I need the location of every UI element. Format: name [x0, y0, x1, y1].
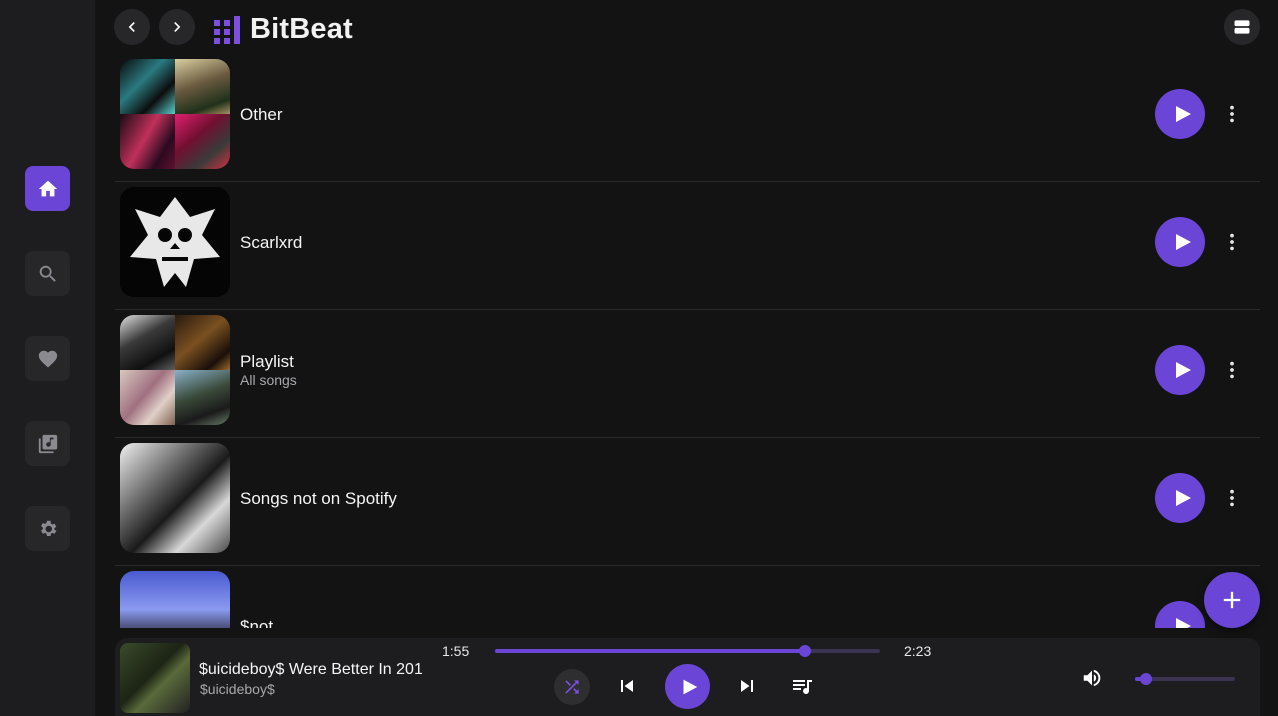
sidebar-item-home[interactable] [25, 166, 70, 211]
playlist-row[interactable]: Songs not on Spotify [115, 438, 1260, 566]
logo-mark-icon [214, 15, 240, 44]
now-playing-cover [120, 643, 190, 713]
progress-bar[interactable] [495, 645, 880, 657]
skip-previous-icon [621, 680, 633, 692]
queue-button[interactable] [790, 674, 814, 698]
playlist-row[interactable]: Scarlxrd [115, 182, 1260, 310]
play-playlist-button[interactable] [1155, 89, 1205, 139]
next-button[interactable] [735, 674, 759, 698]
shuffle-icon [565, 680, 579, 694]
sidebar-item-favorites[interactable] [25, 336, 70, 381]
play-pause-button[interactable] [665, 664, 710, 709]
player-bar: $uicideboy$ Were Better In 2015 $uicideb… [115, 638, 1260, 716]
now-playing-title: $uicideboy$ Were Better In 2015 [199, 661, 422, 678]
more-options-button[interactable] [1220, 486, 1244, 510]
playlist-cover [120, 187, 230, 297]
play-playlist-button[interactable] [1155, 601, 1205, 628]
sidebar-item-settings[interactable] [25, 506, 70, 551]
play-icon [1175, 618, 1191, 628]
play-icon [1175, 362, 1191, 378]
queue-music-icon [793, 680, 812, 695]
volume-handle[interactable] [1140, 673, 1152, 685]
layout-toggle-icon [1234, 20, 1250, 34]
play-icon [1175, 234, 1191, 250]
playlist-title: Songs not on Spotify [240, 489, 397, 508]
app-logo: BitBeat [214, 13, 353, 46]
more-vertical-icon [1230, 489, 1234, 507]
playlist-title: Scarlxrd [240, 233, 303, 252]
playlist-title: Playlist [240, 352, 294, 371]
more-vertical-icon [1230, 361, 1234, 379]
home-icon [38, 180, 57, 196]
play-playlist-button[interactable] [1155, 345, 1205, 395]
search-icon [39, 265, 56, 282]
now-playing-artist: $uicideboy$ [200, 681, 275, 697]
back-button[interactable] [114, 9, 150, 45]
sidebar-item-library[interactable] [25, 421, 70, 466]
playlist-title: Other [240, 105, 283, 124]
volume-slider[interactable] [1135, 673, 1235, 685]
playlist-cover [120, 315, 230, 425]
app-title: BitBeat [250, 13, 353, 45]
sidebar [0, 0, 95, 716]
more-vertical-icon [1230, 105, 1234, 123]
progress-fill [495, 649, 805, 653]
forward-button[interactable] [159, 9, 195, 45]
playlist-row[interactable]: Playlist All songs [115, 310, 1260, 438]
volume-button[interactable] [1080, 666, 1104, 690]
more-options-button[interactable] [1220, 230, 1244, 254]
skull-artwork [120, 187, 230, 297]
more-options-button[interactable] [1220, 102, 1244, 126]
skip-next-icon [741, 680, 753, 692]
library-music-icon [38, 434, 57, 453]
playlist-cover [120, 59, 230, 169]
playlist-subtitle: All songs [240, 372, 297, 388]
playlist-cover [120, 571, 230, 628]
sidebar-item-search[interactable] [25, 251, 70, 296]
play-icon [1175, 490, 1191, 506]
total-duration: 2:23 [904, 643, 932, 659]
shuffle-button[interactable] [554, 669, 590, 705]
playlist-cover [120, 443, 230, 553]
chevron-right-icon [174, 22, 181, 32]
more-vertical-icon [1230, 233, 1234, 251]
layout-toggle-button[interactable] [1224, 9, 1260, 45]
add-playlist-button[interactable] [1204, 572, 1260, 628]
elapsed-time: 1:55 [442, 643, 470, 659]
play-playlist-button[interactable] [1155, 217, 1205, 267]
chevron-left-icon [128, 22, 135, 32]
playlist-row[interactable]: Other [115, 54, 1260, 182]
volume-up-icon [1083, 669, 1101, 687]
heart-icon [38, 350, 57, 368]
gear-icon [40, 520, 56, 536]
more-options-button[interactable] [1220, 358, 1244, 382]
playlist-title: $not [240, 617, 274, 628]
progress-handle[interactable] [798, 645, 811, 657]
play-icon [1175, 106, 1191, 122]
playlist-row[interactable]: $not [115, 566, 1260, 628]
plus-icon [1223, 591, 1241, 609]
play-icon [683, 679, 697, 694]
play-playlist-button[interactable] [1155, 473, 1205, 523]
previous-button[interactable] [615, 674, 639, 698]
playlist-list: Other Scarlxrd Playlist All songs Songs … [115, 54, 1260, 628]
